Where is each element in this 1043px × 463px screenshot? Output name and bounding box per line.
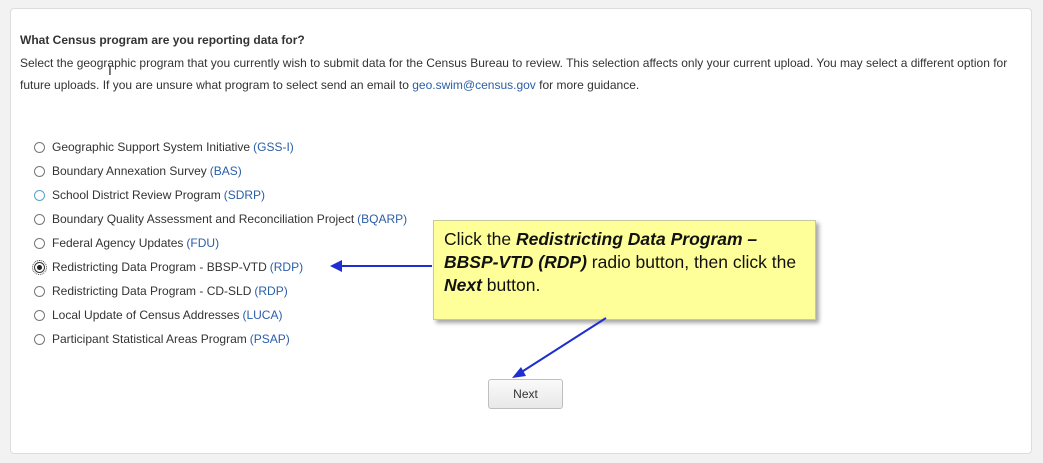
radio-button[interactable]: [34, 189, 45, 201]
callout-bold-next: Next: [444, 275, 482, 295]
radio-button[interactable]: [34, 165, 45, 177]
option-abbr: (GSS-I): [253, 140, 294, 154]
email-link[interactable]: geo.swim@census.gov: [412, 78, 536, 92]
option-gss-i[interactable]: Geographic Support System Initiative (GSS…: [34, 139, 294, 155]
option-psap[interactable]: Participant Statistical Areas Program (PS…: [34, 331, 290, 347]
radio-button-checked[interactable]: [32, 259, 47, 275]
option-rdp-bbsp-vtd[interactable]: Redistricting Data Program - BBSP-VTD (RD…: [32, 259, 304, 275]
option-label: Local Update of Census Addresses: [52, 308, 240, 322]
option-label: School District Review Program: [52, 188, 221, 202]
option-abbr: (BQARP): [357, 212, 408, 226]
question-heading: What Census program are you reporting da…: [20, 33, 305, 47]
option-label: Boundary Quality Assessment and Reconcil…: [52, 212, 355, 226]
description-part-2: for more guidance.: [535, 78, 640, 92]
option-bqarp[interactable]: Boundary Quality Assessment and Reconcil…: [34, 211, 407, 227]
description-text: Select the geographic program that you c…: [20, 52, 1030, 96]
next-button[interactable]: Next: [488, 379, 563, 409]
option-abbr: (RDP): [269, 260, 304, 274]
option-bas[interactable]: Boundary Annexation Survey (BAS): [34, 163, 242, 179]
radio-button[interactable]: [34, 285, 45, 297]
option-abbr: (BAS): [209, 164, 242, 178]
option-label: Redistricting Data Program - CD-SLD: [52, 284, 252, 298]
option-abbr: (RDP): [254, 284, 288, 298]
option-luca[interactable]: Local Update of Census Addresses (LUCA): [34, 307, 282, 323]
option-fdu[interactable]: Federal Agency Updates (FDU): [34, 235, 219, 251]
radio-button[interactable]: [34, 309, 45, 321]
option-label: Boundary Annexation Survey: [52, 164, 207, 178]
option-abbr: (PSAP): [249, 332, 290, 346]
callout-text-1: Click the: [444, 229, 516, 249]
option-abbr: (SDRP): [223, 188, 266, 202]
instruction-callout: Click the Redistricting Data Program – B…: [433, 220, 816, 320]
option-sdrp[interactable]: School District Review Program (SDRP): [34, 187, 265, 203]
option-label: Geographic Support System Initiative: [52, 140, 251, 154]
option-label: Redistricting Data Program - BBSP-VTD: [52, 260, 267, 274]
callout-text-3: button.: [481, 275, 541, 295]
radio-button[interactable]: [34, 141, 45, 153]
radio-button[interactable]: [34, 237, 45, 249]
option-abbr: (LUCA): [242, 308, 283, 322]
option-label: Participant Statistical Areas Program: [52, 332, 247, 346]
option-label: Federal Agency Updates: [52, 236, 184, 250]
option-abbr: (FDU): [186, 236, 220, 250]
radio-button[interactable]: [34, 333, 45, 345]
option-rdp-cd-sld[interactable]: Redistricting Data Program - CD-SLD (RDP): [34, 283, 288, 299]
radio-button[interactable]: [34, 213, 45, 225]
text-cursor-icon: I: [108, 62, 112, 78]
callout-text-2: radio button, then click the: [586, 252, 797, 272]
